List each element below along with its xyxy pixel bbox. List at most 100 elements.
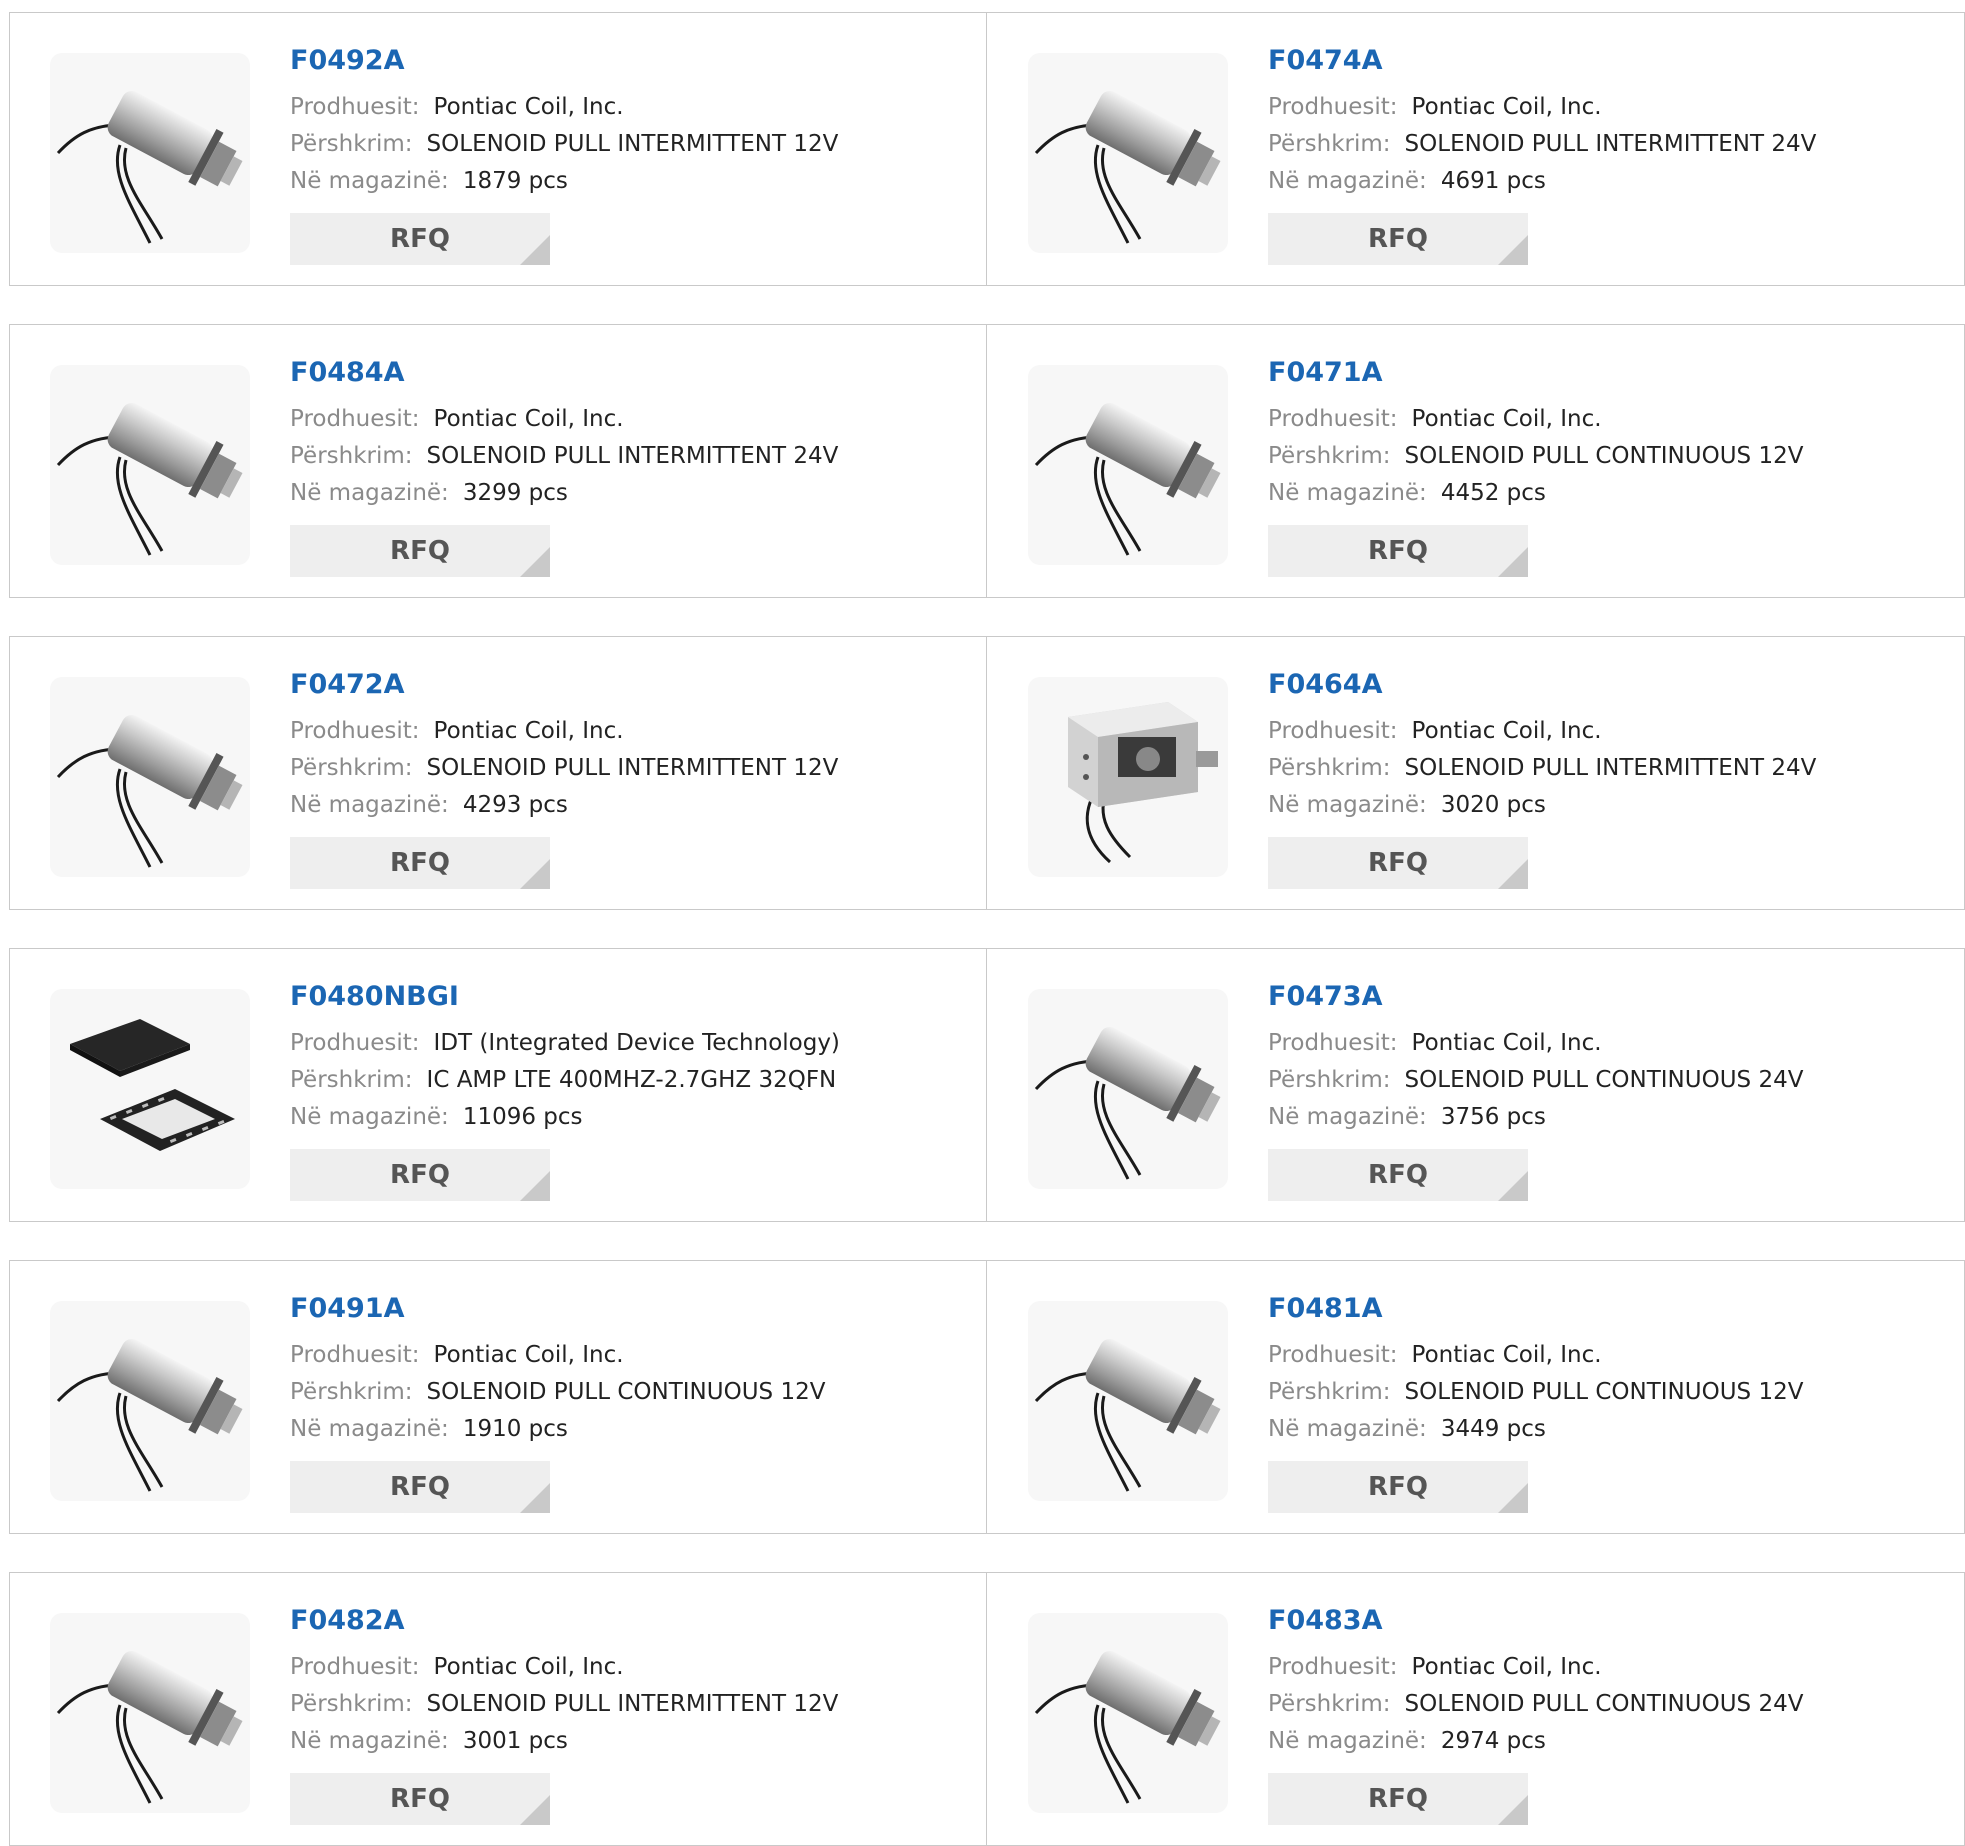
manufacturer-label: Prodhuesit: [290, 1654, 420, 1680]
solenoid-icon [1028, 365, 1228, 565]
product-card: F0481A Prodhuesit: Pontiac Coil, Inc. Për… [987, 1260, 1965, 1534]
stock-label: Në magazinë: [290, 1416, 449, 1442]
part-number-link[interactable]: F0464A [1268, 667, 1954, 703]
corner-fold-icon [1498, 1171, 1528, 1201]
product-image[interactable] [50, 365, 250, 565]
part-number-link[interactable]: F0491A [290, 1291, 976, 1327]
stock-label: Në magazinë: [290, 480, 449, 506]
part-number-link[interactable]: F0471A [1268, 355, 1954, 391]
description-value: SOLENOID PULL INTERMITTENT 12V [426, 131, 839, 157]
stock-label: Në magazinë: [1268, 480, 1427, 506]
stock-label: Në magazinë: [1268, 1416, 1427, 1442]
manufacturer-row: Prodhuesit: Pontiac Coil, Inc. [290, 1649, 976, 1686]
part-number-link[interactable]: F0480NBGI [290, 979, 976, 1015]
part-number-link[interactable]: F0481A [1268, 1291, 1954, 1327]
stock-row: Në magazinë: 3756 pcs [1268, 1099, 1954, 1136]
manufacturer-label: Prodhuesit: [1268, 1342, 1398, 1368]
rfq-button[interactable]: RFQ [290, 525, 550, 577]
part-number-link[interactable]: F0482A [290, 1603, 976, 1639]
description-row: Përshkrim: SOLENOID PULL CONTINUOUS 24V [1268, 1062, 1954, 1099]
description-label: Përshkrim: [290, 1067, 413, 1093]
stock-value: 4452 pcs [1440, 480, 1546, 506]
manufacturer-label: Prodhuesit: [1268, 406, 1398, 432]
rfq-button[interactable]: RFQ [1268, 525, 1528, 577]
manufacturer-label: Prodhuesit: [290, 1342, 420, 1368]
rfq-button[interactable]: RFQ [1268, 1149, 1528, 1201]
stock-label: Në magazinë: [1268, 1728, 1427, 1754]
stock-label: Në magazinë: [1268, 792, 1427, 818]
rfq-button[interactable]: RFQ [1268, 213, 1528, 265]
description-value: SOLENOID PULL CONTINUOUS 24V [1404, 1691, 1804, 1717]
stock-row: Në magazinë: 4691 pcs [1268, 163, 1954, 200]
rfq-button[interactable]: RFQ [1268, 1461, 1528, 1513]
stock-label: Në magazinë: [290, 1104, 449, 1130]
stock-row: Në magazinë: 1879 pcs [290, 163, 976, 200]
product-image[interactable] [1028, 365, 1228, 565]
product-image[interactable] [1028, 53, 1228, 253]
rfq-label: RFQ [390, 1160, 450, 1190]
product-grid: F0492A Prodhuesit: Pontiac Coil, Inc. Për… [9, 12, 1965, 1846]
product-image[interactable] [50, 53, 250, 253]
description-label: Përshkrim: [1268, 1067, 1391, 1093]
stock-row: Në magazinë: 4293 pcs [290, 787, 976, 824]
stock-value: 1910 pcs [462, 1416, 568, 1442]
solenoid-icon [1028, 53, 1228, 253]
part-number-link[interactable]: F0474A [1268, 43, 1954, 79]
rfq-button[interactable]: RFQ [1268, 837, 1528, 889]
manufacturer-value: Pontiac Coil, Inc. [1411, 94, 1602, 120]
product-image[interactable] [50, 1301, 250, 1501]
rfq-button[interactable]: RFQ [1268, 1773, 1528, 1825]
stock-row: Në magazinë: 3449 pcs [1268, 1411, 1954, 1448]
manufacturer-row: Prodhuesit: Pontiac Coil, Inc. [1268, 1025, 1954, 1062]
corner-fold-icon [520, 859, 550, 889]
solenoid-icon [1028, 1301, 1228, 1501]
product-image[interactable] [1028, 1613, 1228, 1813]
rfq-button[interactable]: RFQ [290, 1149, 550, 1201]
stock-value: 1879 pcs [462, 168, 568, 194]
rfq-label: RFQ [1368, 1160, 1428, 1190]
rfq-button[interactable]: RFQ [290, 1773, 550, 1825]
rfq-button[interactable]: RFQ [290, 213, 550, 265]
part-number-link[interactable]: F0484A [290, 355, 976, 391]
part-number-link[interactable]: F0483A [1268, 1603, 1954, 1639]
stock-row: Në magazinë: 3020 pcs [1268, 787, 1954, 824]
manufacturer-label: Prodhuesit: [290, 94, 420, 120]
part-number-link[interactable]: F0473A [1268, 979, 1954, 1015]
description-row: Përshkrim: SOLENOID PULL INTERMITTENT 12V [290, 750, 976, 787]
manufacturer-value: Pontiac Coil, Inc. [433, 406, 624, 432]
solenoid-icon [50, 1613, 250, 1813]
solenoid-icon [50, 677, 250, 877]
rfq-label: RFQ [390, 224, 450, 254]
rfq-button[interactable]: RFQ [290, 837, 550, 889]
description-value: IC AMP LTE 400MHZ-2.7GHZ 32QFN [426, 1067, 837, 1093]
description-label: Përshkrim: [290, 755, 413, 781]
description-label: Përshkrim: [1268, 1691, 1391, 1717]
corner-fold-icon [520, 1171, 550, 1201]
description-label: Përshkrim: [1268, 755, 1391, 781]
product-card: F0473A Prodhuesit: Pontiac Coil, Inc. Për… [987, 948, 1965, 1222]
product-image[interactable] [50, 677, 250, 877]
part-number-link[interactable]: F0492A [290, 43, 976, 79]
product-info: F0480NBGI Prodhuesit: IDT (Integrated Dev… [290, 979, 976, 1136]
corner-fold-icon [520, 235, 550, 265]
part-number-link[interactable]: F0472A [290, 667, 976, 703]
stock-value: 3449 pcs [1440, 1416, 1546, 1442]
product-info: F0481A Prodhuesit: Pontiac Coil, Inc. Për… [1268, 1291, 1954, 1448]
corner-fold-icon [520, 1795, 550, 1825]
description-label: Përshkrim: [1268, 1379, 1391, 1405]
description-value: SOLENOID PULL INTERMITTENT 24V [426, 443, 839, 469]
product-image[interactable] [50, 1613, 250, 1813]
product-image[interactable] [1028, 989, 1228, 1189]
product-image[interactable] [1028, 1301, 1228, 1501]
product-image[interactable] [50, 989, 250, 1189]
rfq-button[interactable]: RFQ [290, 1461, 550, 1513]
stock-label: Në magazinë: [1268, 1104, 1427, 1130]
manufacturer-row: Prodhuesit: Pontiac Coil, Inc. [290, 401, 976, 438]
description-row: Përshkrim: SOLENOID PULL INTERMITTENT 24V [290, 438, 976, 475]
manufacturer-row: Prodhuesit: IDT (Integrated Device Techno… [290, 1025, 976, 1062]
manufacturer-row: Prodhuesit: Pontiac Coil, Inc. [1268, 401, 1954, 438]
product-image[interactable] [1028, 677, 1228, 877]
solenoid-icon [50, 365, 250, 565]
product-card: F0480NBGI Prodhuesit: IDT (Integrated Dev… [9, 948, 987, 1222]
product-info: F0472A Prodhuesit: Pontiac Coil, Inc. Për… [290, 667, 976, 824]
